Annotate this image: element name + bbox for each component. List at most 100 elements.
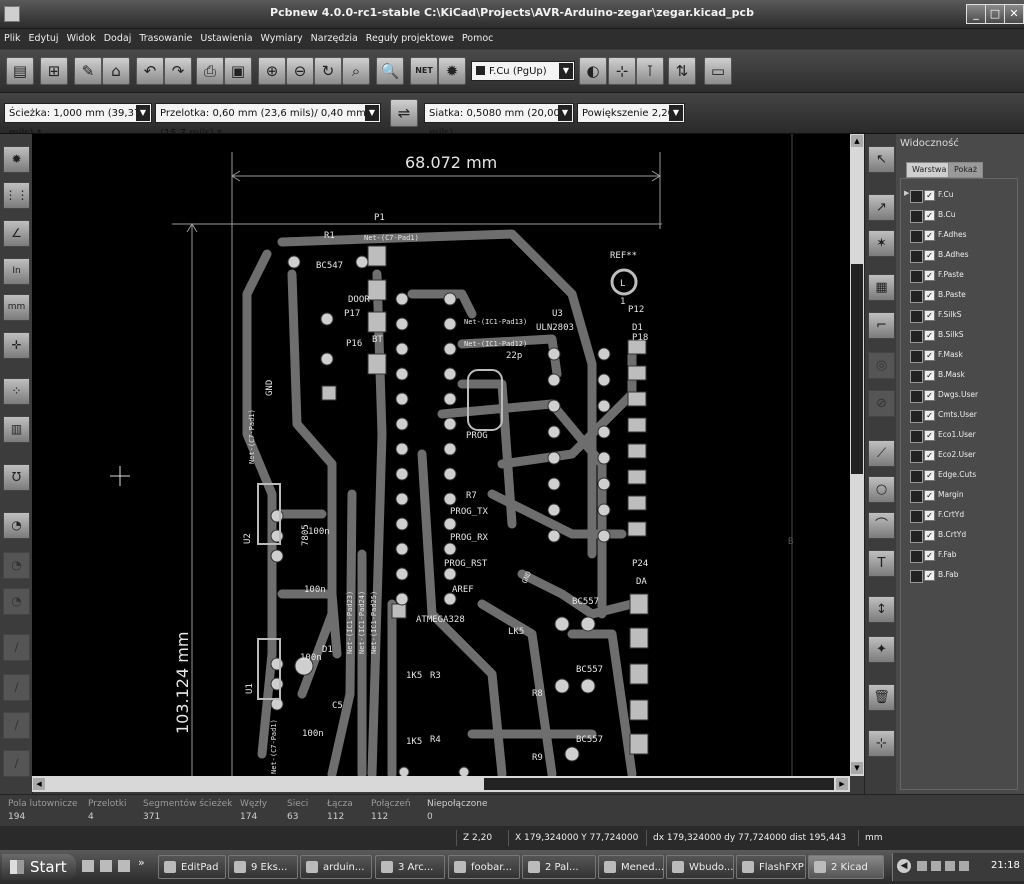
chevron-down-icon[interactable]: ▼ <box>136 105 150 121</box>
layer-color-swatch[interactable] <box>910 350 923 363</box>
autodelete-track-icon[interactable]: Ʊ <box>3 464 30 491</box>
tray-app-icon[interactable] <box>959 861 969 871</box>
via-size-select[interactable]: Przelotka: 0,60 mm (23,6 mils)/ 0,40 mm … <box>155 103 381 139</box>
layer-color-swatch[interactable] <box>910 190 923 203</box>
layer-pair-icon[interactable]: ◐ <box>579 57 607 85</box>
layer-color-swatch[interactable] <box>910 430 923 443</box>
tab-render[interactable]: Pokaż <box>948 162 984 178</box>
layer-visibility-checkbox[interactable]: ✓ <box>924 570 935 581</box>
horizontal-scrollbar[interactable]: ◀ ▶ <box>32 776 850 792</box>
layer-color-swatch[interactable] <box>910 250 923 263</box>
plot-icon[interactable]: ▣ <box>224 57 252 85</box>
layer-color-swatch[interactable] <box>910 230 923 243</box>
grid-select[interactable]: Siatka: 0,5080 mm (20,00 mils)▼ <box>424 103 574 139</box>
menu-narzedzia[interactable]: Narzędzia <box>307 29 362 44</box>
quicklaunch-ie-icon[interactable] <box>100 860 112 872</box>
set-origin-icon[interactable]: ⊹ <box>868 730 895 757</box>
layer-visibility-checkbox[interactable]: ✓ <box>924 310 935 321</box>
chevron-down-icon[interactable]: ▼ <box>669 105 683 121</box>
taskbar-button[interactable]: FlashFXP <box>736 855 806 879</box>
mode-track-icon[interactable]: ⊺ <box>636 57 664 85</box>
layer-row-f-paste[interactable]: ✓ F.Paste <box>900 266 1010 286</box>
minimize-button[interactable]: _ <box>966 4 986 24</box>
quicklaunch-explorer-icon[interactable] <box>82 860 94 872</box>
save-board-icon[interactable]: ⌂ <box>102 57 130 85</box>
scroll-left-icon[interactable]: ◀ <box>33 778 45 790</box>
layer-row-f-mask[interactable]: ✓ F.Mask <box>900 346 1010 366</box>
add-arc-icon[interactable]: ⌒ <box>868 512 895 539</box>
module-ratsnest-icon[interactable]: ▥ <box>3 416 30 443</box>
horizontal-scroll-thumb[interactable] <box>484 778 834 790</box>
zoom-select[interactable]: Powiększenie 2,20 ▼ <box>577 103 685 123</box>
vertical-scrollbar[interactable]: ▲ ▼ <box>850 134 864 776</box>
units-inch-button[interactable]: In <box>3 258 30 285</box>
layer-visibility-checkbox[interactable]: ✓ <box>924 410 935 421</box>
taskbar-button[interactable]: 2 Pal... <box>522 855 596 879</box>
menu-plik[interactable]: Plik <box>0 29 25 44</box>
menu-ustawienia[interactable]: Ustawienia <box>196 29 256 44</box>
layer-visibility-checkbox[interactable]: ✓ <box>924 530 935 541</box>
layer-row-b-cu[interactable]: ✓ B.Cu <box>900 206 1010 226</box>
layer-color-swatch[interactable] <box>910 550 923 563</box>
ratsnest-icon[interactable]: ⁘ <box>3 378 30 405</box>
open-board-icon[interactable]: ✎ <box>74 57 102 85</box>
start-button[interactable]: Start <box>2 854 76 880</box>
zone-sketch-icon[interactable]: ◔ <box>3 588 30 615</box>
network-icon[interactable] <box>945 861 955 871</box>
chevron-down-icon[interactable]: ▼ <box>558 105 572 121</box>
layer-row-b-mask[interactable]: ✓ B.Mask <box>900 366 1010 386</box>
add-line-icon[interactable]: ⟋ <box>868 440 895 467</box>
scroll-right-icon[interactable]: ▶ <box>836 778 848 790</box>
layer-row-b-silks[interactable]: ✓ B.SilkS <box>900 326 1010 346</box>
menu-reguly[interactable]: Reguły projektowe <box>362 29 458 44</box>
zoom-in-icon[interactable]: ⊕ <box>258 57 286 85</box>
taskbar-button[interactable]: 9 Eks... <box>228 855 298 879</box>
high-contrast-icon[interactable]: ∕ <box>3 750 30 777</box>
layer-row-b-crtyd[interactable]: ✓ B.CrtYd <box>900 526 1010 546</box>
board-setup-icon[interactable]: ▤ <box>6 57 34 85</box>
layer-color-swatch[interactable] <box>910 310 923 323</box>
chevron-down-icon[interactable]: ▼ <box>365 105 379 121</box>
layer-row-f-adhes[interactable]: ✓ F.Adhes <box>900 226 1010 246</box>
tray-app-icon[interactable] <box>917 861 927 871</box>
track-width-select[interactable]: Ścieżka: 1,000 mm (39,37 mils) *▼ <box>4 103 152 139</box>
layer-color-swatch[interactable] <box>910 370 923 383</box>
menu-dodaj[interactable]: Dodaj <box>100 29 136 44</box>
layer-row-b-fab[interactable]: ✓ B.Fab <box>900 566 1010 586</box>
layer-visibility-checkbox[interactable]: ✓ <box>924 490 935 501</box>
layer-row-dwgs-user[interactable]: ✓ Dwgs.User <box>900 386 1010 406</box>
menu-edytuj[interactable]: Edytuj <box>25 29 63 44</box>
zoom-fit-icon[interactable]: ⌕ <box>342 57 370 85</box>
layer-color-swatch[interactable] <box>910 510 923 523</box>
layer-color-swatch[interactable] <box>910 210 923 223</box>
taskbar-button[interactable]: foobar... <box>448 855 520 879</box>
layer-color-swatch[interactable] <box>910 470 923 483</box>
add-text-icon[interactable]: T <box>868 550 895 577</box>
layer-color-swatch[interactable] <box>910 290 923 303</box>
layer-color-swatch[interactable] <box>910 330 923 343</box>
layer-color-swatch[interactable] <box>910 530 923 543</box>
delete-tool-icon[interactable]: 🗑 <box>868 684 895 711</box>
layer-visibility-checkbox[interactable]: ✓ <box>924 350 935 361</box>
menu-trasowanie[interactable]: Trasowanie <box>135 29 196 44</box>
layer-row-eco2-user[interactable]: ✓ Eco2.User <box>900 446 1010 466</box>
layer-visibility-checkbox[interactable]: ✓ <box>924 290 935 301</box>
zoom-redraw-icon[interactable]: ↻ <box>314 57 342 85</box>
taskbar-button[interactable]: Wbudo... <box>666 855 734 879</box>
layer-color-swatch[interactable] <box>910 270 923 283</box>
layer-visibility-checkbox[interactable]: ✓ <box>924 450 935 461</box>
cursor-shape-icon[interactable]: ✛ <box>3 332 30 359</box>
highlight-net-icon[interactable]: ↗ <box>868 194 895 221</box>
redo-icon[interactable]: ↷ <box>164 57 192 85</box>
add-circle-icon[interactable]: ○ <box>868 476 895 503</box>
taskbar-button[interactable]: 2 Kicad <box>808 855 884 879</box>
menu-widok[interactable]: Widok <box>63 29 100 44</box>
layer-row-b-paste[interactable]: ✓ B.Paste <box>900 286 1010 306</box>
layer-row-edge-cuts[interactable]: ✓ Edge.Cuts <box>900 466 1010 486</box>
tab-layers[interactable]: Warstwa <box>906 162 953 178</box>
add-via-icon[interactable]: ◎ <box>868 352 895 379</box>
layer-row-b-adhes[interactable]: ✓ B.Adhes <box>900 246 1010 266</box>
add-zone-icon[interactable]: ⊘ <box>868 390 895 417</box>
find-icon[interactable]: 🔍 <box>376 57 404 85</box>
layer-visibility-checkbox[interactable]: ✓ <box>924 210 935 221</box>
